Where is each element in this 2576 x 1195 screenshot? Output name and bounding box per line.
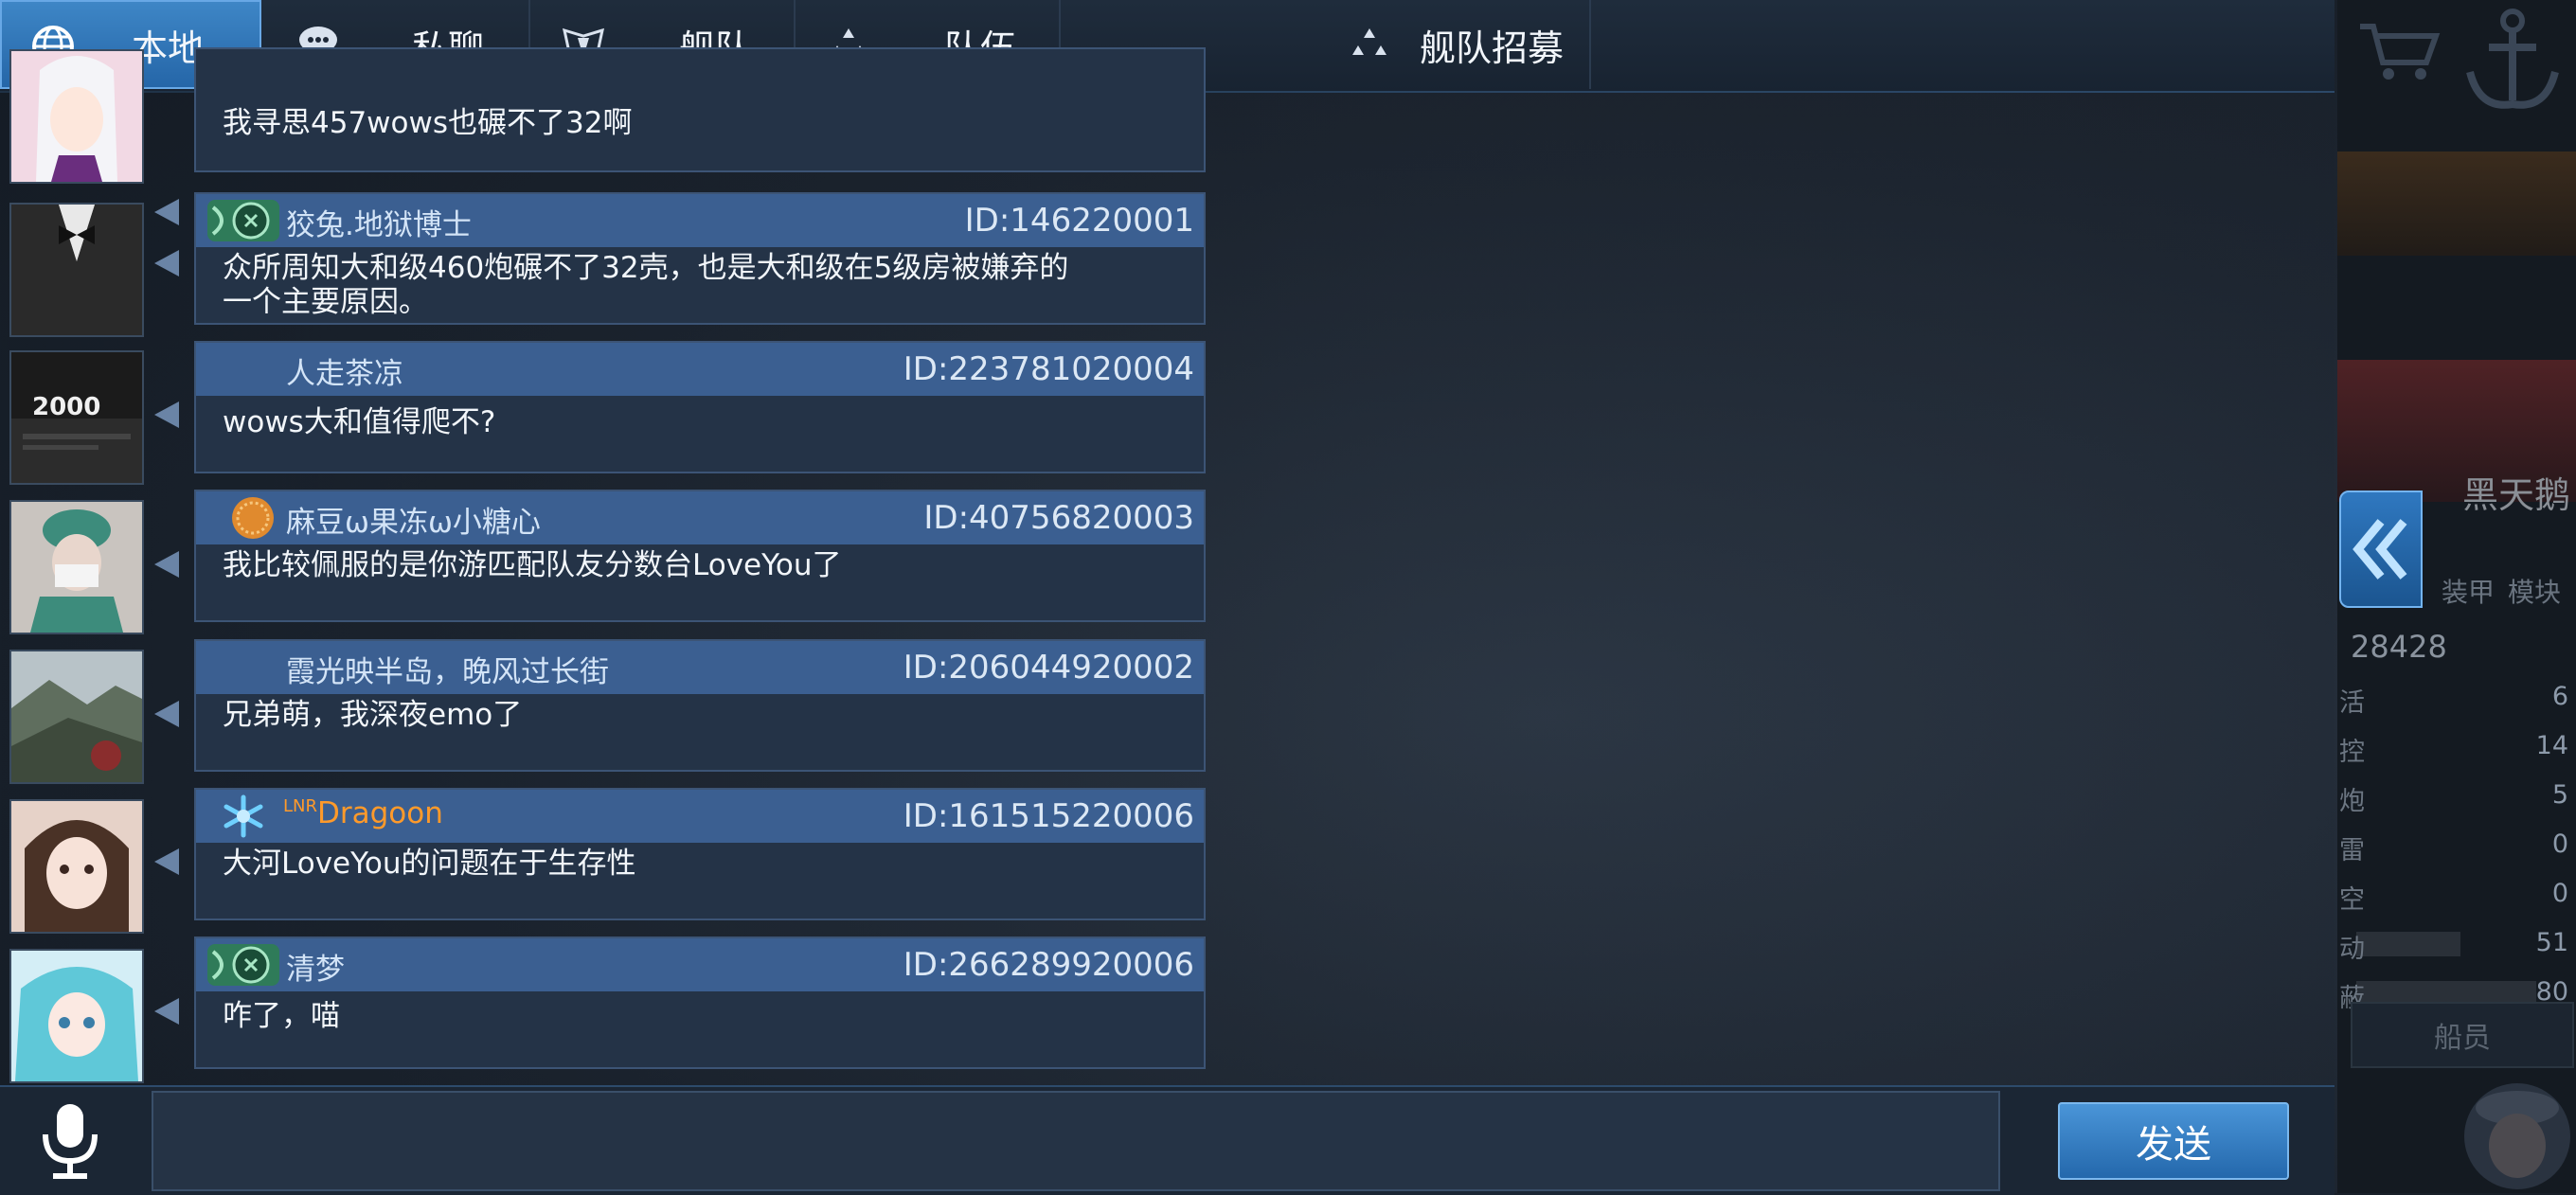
message-text: 众所周知大和级460炮碾不了32壳，也是大和级在5级房被嫌弃的 一个主要原因。	[223, 251, 1069, 319]
chat-message-list[interactable]: 我寻思457wows也碾不了32啊 狡兔.地狱博士 ID:146220001 众…	[0, 47, 2334, 1085]
green-emblem-icon	[207, 944, 279, 986]
sender-id: ID:161515220006	[903, 797, 1194, 835]
stat-label: 空	[2339, 885, 2365, 915]
stat-row: 活6	[2337, 682, 2576, 731]
message-header: LNRDragoon ID:161515220006	[196, 790, 1204, 843]
sender-name[interactable]: 麻豆ω果冻ω小糖心	[286, 498, 541, 541]
bubble-pointer	[154, 401, 179, 428]
tab-fleet-recruit-label: 舰队招募	[1419, 27, 1564, 69]
double-chevron-left-icon	[2352, 519, 2407, 580]
avatar[interactable]	[9, 203, 144, 337]
avatar[interactable]	[9, 500, 144, 634]
avatar[interactable]	[9, 650, 144, 784]
ship-total-value: 28428	[2351, 629, 2447, 665]
ship-banner	[2337, 152, 2576, 256]
ship-name: 黑天鹅	[2461, 474, 2570, 516]
bubble-pointer	[154, 551, 179, 578]
orange-medal-icon	[232, 497, 274, 539]
bubble-pointer	[154, 250, 179, 276]
stat-value: 6	[2551, 682, 2568, 711]
stat-value: 14	[2535, 731, 2568, 760]
message-text: 我比较佩服的是你游匹配队友分数台LoveYou了	[223, 548, 842, 582]
stat-label: 炮	[2339, 787, 2365, 816]
sender-name-text: Dragoon	[317, 796, 443, 830]
stat-label: 动	[2339, 935, 2365, 964]
chat-message[interactable]: 人走茶凉 ID:223781020004 wows大和值得爬不?	[194, 341, 1206, 473]
send-button[interactable]: 发送	[2058, 1102, 2289, 1180]
message-header: 狡兔.地狱博士 ID:146220001	[196, 194, 1204, 247]
crew-button[interactable]: 船员	[2351, 1002, 2574, 1068]
sender-id: ID:40756820003	[923, 499, 1194, 537]
message-text: 咋了，喵	[223, 999, 340, 1033]
tab-armor[interactable]: 装甲	[2442, 572, 2495, 610]
bubble-pointer	[154, 848, 179, 875]
chat-message[interactable]: 清梦 ID:266289920006 咋了，喵	[194, 936, 1206, 1069]
avatar[interactable]	[9, 949, 144, 1083]
ship-stats: 活6 控 14 炮5 雷0 空0 动 51 蔽 80	[2337, 682, 2576, 1026]
chat-message-input[interactable]	[152, 1091, 2000, 1191]
stat-value: 5	[2551, 780, 2568, 810]
bubble-pointer	[154, 998, 179, 1025]
avatar[interactable]	[9, 49, 144, 184]
cart-icon[interactable]	[2356, 19, 2442, 85]
sender-id: ID:146220001	[964, 202, 1194, 240]
chat-message[interactable]: 霞光映半岛，晚风过长街 ID:206044920002 兄弟萌，我深夜emo了	[194, 639, 1206, 772]
stat-label: 控	[2339, 738, 2365, 767]
svg-text:2000: 2000	[32, 393, 100, 421]
message-header: 清梦 ID:266289920006	[196, 938, 1204, 991]
stat-label: 活	[2339, 688, 2365, 718]
message-text: wows大和值得爬不?	[223, 405, 496, 439]
bubble-pointer	[154, 199, 179, 225]
microphone-icon[interactable]	[34, 1100, 106, 1182]
sender-name[interactable]: LNRDragoon	[283, 796, 443, 830]
collapse-chat-button[interactable]	[2339, 490, 2423, 608]
captain-avatar[interactable]	[2460, 1070, 2574, 1193]
sender-name[interactable]: 霞光映半岛，晚风过长街	[286, 648, 609, 690]
message-header: 人走茶凉 ID:223781020004	[196, 343, 1204, 396]
stat-row: 动 51	[2337, 928, 2576, 977]
sender-id: ID:223781020004	[903, 350, 1194, 388]
avatar[interactable]	[9, 799, 144, 934]
stat-value: 51	[2535, 928, 2568, 957]
sender-name[interactable]: 狡兔.地狱博士	[286, 201, 472, 243]
stat-value: 0	[2551, 829, 2568, 859]
green-emblem-icon	[207, 200, 279, 241]
message-header: 麻豆ω果冻ω小糖心 ID:40756820003	[196, 491, 1204, 544]
message-text: 兄弟萌，我深夜emo了	[223, 698, 523, 732]
sender-id: ID:266289920006	[903, 946, 1194, 984]
stat-value: 0	[2551, 879, 2568, 908]
chat-message[interactable]: 麻豆ω果冻ω小糖心 ID:40756820003 我比较佩服的是你游匹配队友分数…	[194, 490, 1206, 622]
anchor-icon[interactable]	[2460, 6, 2565, 119]
chat-message[interactable]: 我寻思457wows也碾不了32啊	[194, 47, 1206, 172]
stat-row: 控 14	[2337, 731, 2576, 780]
avatar[interactable]: 2000	[9, 350, 144, 485]
message-text: 我寻思457wows也碾不了32啊	[223, 106, 633, 140]
message-text: 大河LoveYou的问题在于生存性	[223, 847, 636, 881]
chat-message[interactable]: 狡兔.地狱博士 ID:146220001 众所周知大和级460炮碾不了32壳，也…	[194, 192, 1206, 325]
chat-input-bar: 发送	[0, 1085, 2334, 1195]
sender-name[interactable]: 清梦	[286, 945, 345, 988]
snowflake-icon	[224, 794, 263, 838]
recruit-icon	[1352, 28, 1386, 55]
message-header: 霞光映半岛，晚风过长街 ID:206044920002	[196, 641, 1204, 694]
sender-name[interactable]: 人走茶凉	[286, 349, 403, 392]
stat-row: 雷0	[2337, 829, 2576, 879]
name-prefix: LNR	[283, 796, 317, 816]
stat-row: 炮5	[2337, 780, 2576, 829]
tab-module[interactable]: 模块	[2508, 572, 2561, 610]
stat-label: 雷	[2339, 836, 2365, 865]
sender-id: ID:206044920002	[903, 649, 1194, 687]
stat-row: 空0	[2337, 879, 2576, 928]
chat-message[interactable]: LNRDragoon ID:161515220006 大河LoveYou的问题在…	[194, 788, 1206, 920]
bubble-pointer	[154, 701, 179, 727]
